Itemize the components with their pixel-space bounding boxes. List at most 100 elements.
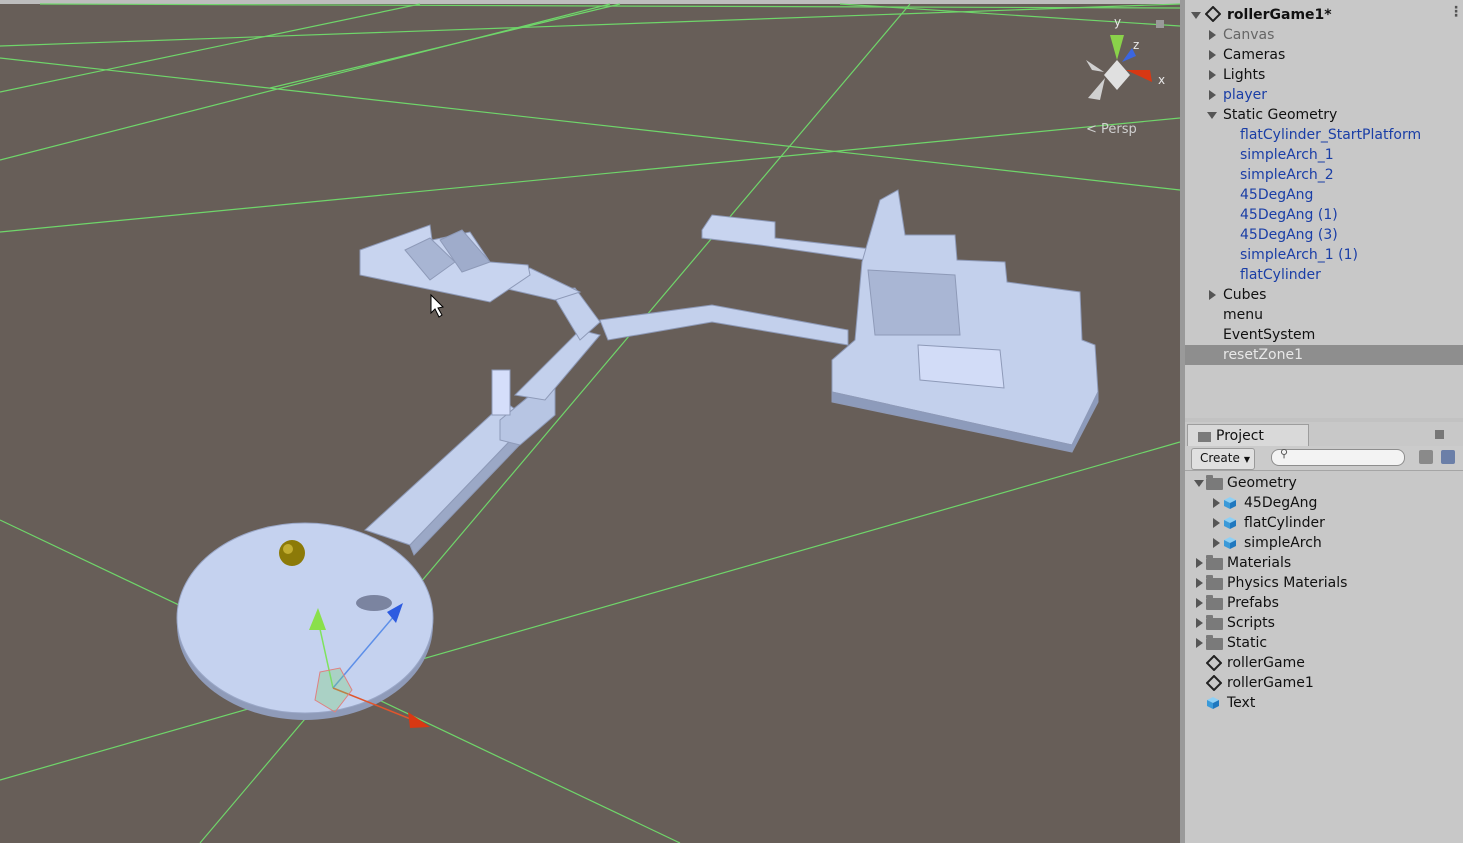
project-item[interactable]: Static [1185, 633, 1463, 653]
hierarchy-item[interactable]: resetZone1 [1185, 345, 1463, 365]
prefab-icon [1224, 537, 1236, 549]
hierarchy-item-label: menu [1223, 307, 1263, 323]
project-item[interactable]: simpleArch [1185, 533, 1463, 553]
scene-view[interactable]: y z x < Persp [0, 0, 1180, 843]
chevron-right-icon[interactable] [1196, 578, 1203, 588]
hierarchy-item[interactable]: Cameras [1185, 45, 1463, 65]
tab-label: Project [1216, 428, 1264, 444]
project-item[interactable]: Text [1185, 693, 1463, 713]
label-tag-icon[interactable] [1441, 450, 1455, 464]
project-item[interactable]: flatCylinder [1185, 513, 1463, 533]
hierarchy-item[interactable]: simpleArch_1 (1) [1185, 245, 1463, 265]
prefab-icon [1224, 517, 1236, 529]
scene-header[interactable]: rollerGame1* ⋮ [1185, 2, 1463, 25]
hierarchy-item-label: Lights [1223, 67, 1266, 83]
hierarchy-item[interactable]: simpleArch_1 [1185, 145, 1463, 165]
project-item[interactable]: Materials [1185, 553, 1463, 573]
hierarchy-item[interactable]: flatCylinder [1185, 265, 1463, 285]
project-item-label: flatCylinder [1244, 515, 1325, 531]
project-item-label: Scripts [1227, 615, 1275, 631]
upper-walkway [701, 214, 881, 263]
project-item-label: Static [1227, 635, 1268, 651]
hierarchy-item[interactable]: Cubes [1185, 285, 1463, 305]
chevron-right-icon[interactable] [1209, 90, 1216, 100]
folder-icon [1198, 432, 1211, 442]
chevron-down-icon[interactable] [1191, 12, 1201, 19]
hierarchy-item[interactable]: 45DegAng [1185, 185, 1463, 205]
gizmo-y-label: y [1114, 15, 1121, 29]
project-item-label: rollerGame [1227, 655, 1305, 671]
hierarchy-item[interactable]: player [1185, 85, 1463, 105]
project-item[interactable]: Scripts [1185, 613, 1463, 633]
gizmo-y-cone [1110, 35, 1124, 60]
project-item[interactable]: rollerGame [1185, 653, 1463, 673]
chevron-right-icon[interactable] [1213, 538, 1220, 548]
unity-scene-icon [1206, 675, 1222, 691]
search-input[interactable]: ⚲ [1271, 447, 1405, 466]
hierarchy-item[interactable]: simpleArch_2 [1185, 165, 1463, 185]
chevron-right-icon[interactable] [1213, 498, 1220, 508]
chevron-right-icon[interactable] [1196, 618, 1203, 628]
chevron-down-icon[interactable] [1207, 112, 1217, 119]
mouse-cursor-icon [430, 293, 445, 318]
folder-icon [1206, 555, 1223, 570]
chevron-right-icon[interactable] [1209, 50, 1216, 60]
gizmo-x-cone [1126, 70, 1152, 82]
chevron-right-icon[interactable] [1213, 518, 1220, 528]
hierarchy-item[interactable]: Static Geometry [1185, 105, 1463, 125]
hierarchy-item-label: flatCylinder [1240, 267, 1321, 283]
project-item-label: Text [1227, 695, 1256, 711]
hierarchy-item-label: simpleArch_2 [1240, 167, 1334, 183]
folder-icon [1206, 475, 1223, 490]
hierarchy-item-label: 45DegAng (1) [1240, 207, 1338, 223]
chevron-right-icon[interactable] [1196, 638, 1203, 648]
orientation-gizmo[interactable]: y z x [1086, 15, 1165, 100]
create-button[interactable]: Create ▼ [1191, 448, 1255, 470]
create-label: Create [1200, 451, 1240, 465]
chevron-right-icon[interactable] [1209, 290, 1216, 300]
chevron-right-icon[interactable] [1209, 70, 1216, 80]
project-item-label: Materials [1227, 555, 1292, 571]
filter-by-type-icon[interactable] [1419, 450, 1433, 464]
persp-toggle[interactable]: < Persp [1086, 122, 1137, 137]
persp-label: Persp [1101, 122, 1137, 137]
hierarchy-panel: rollerGame1* ⋮ Canvas Cameras Lights player… [1185, 0, 1463, 418]
chevron-right-icon[interactable] [1209, 30, 1216, 40]
project-item[interactable]: Physics Materials [1185, 573, 1463, 593]
unity-scene-icon [1206, 655, 1222, 671]
hierarchy-item[interactable]: flatCylinder_StartPlatform [1185, 125, 1463, 145]
grid-line [0, 57, 1180, 191]
hierarchy-item[interactable]: EventSystem [1185, 325, 1463, 345]
hierarchy-item[interactable]: Lights [1185, 65, 1463, 85]
hierarchy-item[interactable]: Canvas [1185, 25, 1463, 45]
prefab-icon [1224, 497, 1236, 509]
tab-project[interactable]: Project [1187, 424, 1309, 447]
grid-line [269, 3, 621, 89]
project-item-label: Prefabs [1227, 595, 1279, 611]
level-geometry [359, 189, 1099, 556]
scene-canvas[interactable]: y z x [0, 0, 1180, 843]
project-item[interactable]: Prefabs [1185, 593, 1463, 613]
hierarchy-item-label: simpleArch_1 [1240, 147, 1334, 163]
hierarchy-item-label: Static Geometry [1223, 107, 1338, 123]
project-item[interactable]: Geometry [1185, 473, 1463, 493]
hierarchy-item[interactable]: menu [1185, 305, 1463, 325]
chevron-down-icon[interactable] [1194, 480, 1204, 487]
options-menu-icon[interactable]: ⋮ [1449, 2, 1463, 22]
grid-line [0, 3, 611, 161]
x-arrow-icon [408, 712, 430, 728]
gizmo-z-label: z [1133, 38, 1139, 52]
folder-icon [1206, 635, 1223, 650]
project-item[interactable]: 45DegAng [1185, 493, 1463, 513]
chevron-right-icon[interactable] [1196, 598, 1203, 608]
lock-icon[interactable] [1435, 430, 1444, 439]
project-toolbar: Create ▼ ⚲ [1185, 446, 1463, 471]
project-item-label: simpleArch [1244, 535, 1322, 551]
gizmo-x-label: x [1158, 73, 1165, 87]
arch-pillar [491, 369, 511, 416]
project-item-label: Geometry [1227, 475, 1297, 491]
project-item[interactable]: rollerGame1 [1185, 673, 1463, 693]
hierarchy-item[interactable]: 45DegAng (1) [1185, 205, 1463, 225]
chevron-right-icon[interactable] [1196, 558, 1203, 568]
hierarchy-item[interactable]: 45DegAng (3) [1185, 225, 1463, 245]
